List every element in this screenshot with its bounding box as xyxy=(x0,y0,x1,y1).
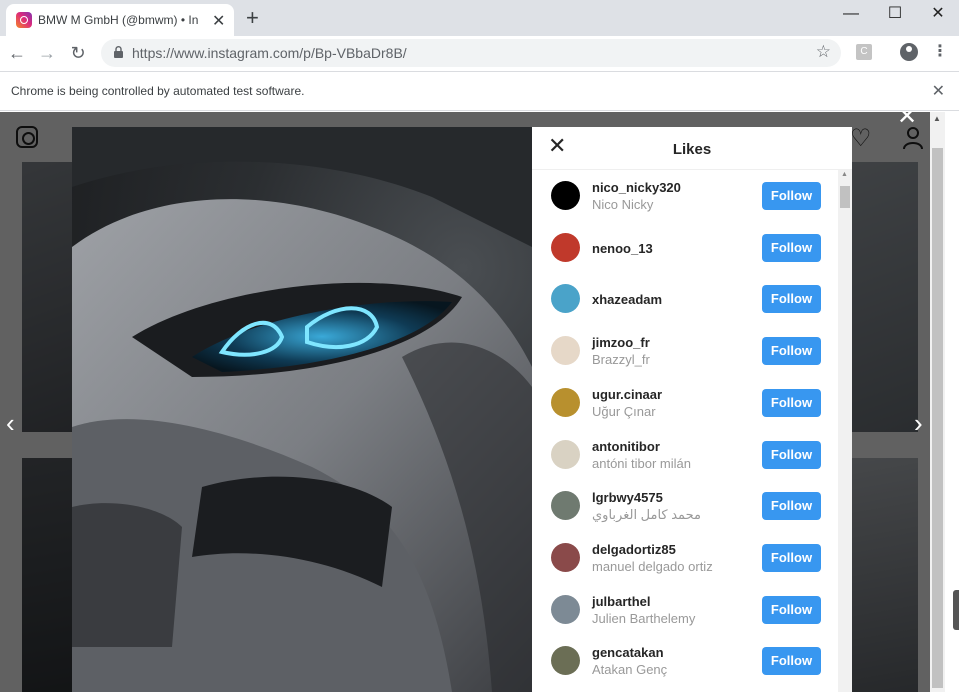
list-item: jimzoo_fr Brazzyl_fr Follow xyxy=(532,325,838,376)
username-link[interactable]: gencatakan xyxy=(592,645,664,660)
side-handle[interactable] xyxy=(953,590,959,630)
likes-dialog: ✕ Likes nico_nicky320 Nico Nicky Follow nen… xyxy=(532,127,852,692)
scroll-up-arrow-icon[interactable]: ▲ xyxy=(841,171,848,178)
avatar[interactable] xyxy=(551,646,580,676)
username-link[interactable]: delgadortiz85 xyxy=(592,542,676,557)
full-name: محمد كامل الغرباوي xyxy=(592,507,701,523)
likes-scroll-thumb[interactable] xyxy=(840,186,850,208)
list-item: xhazeadam Follow xyxy=(532,273,838,324)
follow-button[interactable]: Follow xyxy=(762,595,821,624)
lock-icon xyxy=(114,46,123,58)
full-name: Julien Barthelemy xyxy=(592,610,696,626)
full-name: Uğur Çınar xyxy=(592,403,656,419)
maximize-icon[interactable]: ☐ xyxy=(873,0,917,30)
tab-close-icon[interactable]: ✕ xyxy=(212,11,225,31)
url-text: https://www.instagram.com/p/Bp-VBbaDr8B/ xyxy=(132,45,407,61)
username-link[interactable]: lgrbwy4575 xyxy=(592,490,663,505)
address-bar[interactable]: https://www.instagram.com/p/Bp-VBbaDr8B/… xyxy=(101,39,841,67)
modal-close-icon[interactable]: ✕ xyxy=(897,112,917,131)
back-arrow-icon[interactable]: ← xyxy=(3,39,31,67)
infobar-message: Chrome is being controlled by automated … xyxy=(11,84,305,98)
full-name: manuel delgado ortiz xyxy=(592,558,713,574)
new-tab-button[interactable]: + xyxy=(246,5,259,31)
avatar[interactable] xyxy=(551,594,580,624)
tab-strip: BMW M GmbH (@bmwm) • Insta ✕ + — ☐ ✕ xyxy=(0,0,959,36)
kebab-menu-icon[interactable]: ⋮ xyxy=(932,41,948,61)
list-item: nenoo_13 Follow xyxy=(532,222,838,273)
avatar[interactable] xyxy=(551,491,580,521)
list-item: gencatakan Atakan Genç Follow xyxy=(532,635,838,686)
instagram-page: ♡ ‹ › ✕ xyxy=(0,112,930,692)
follow-button[interactable]: Follow xyxy=(762,285,821,314)
page-scroll-up-icon[interactable]: ▲ xyxy=(933,114,941,123)
username-link[interactable]: nenoo_13 xyxy=(592,241,653,256)
list-item: ugur.cinaar Uğur Çınar Follow xyxy=(532,377,838,428)
browser-toolbar: ← → ↻ https://www.instagram.com/p/Bp-VBb… xyxy=(0,36,959,71)
full-name: antóni tibor milán xyxy=(592,455,691,471)
follow-button[interactable]: Follow xyxy=(762,233,821,262)
list-item: antonitibor antóni tibor milán Follow xyxy=(532,429,838,480)
list-item: lgrbwy4575 محمد كامل الغرباوي Follow xyxy=(532,480,838,531)
page-scroll-thumb[interactable] xyxy=(932,148,943,688)
avatar[interactable] xyxy=(551,336,580,366)
page-scrollbar[interactable]: ▲ xyxy=(930,112,945,692)
follow-button[interactable]: Follow xyxy=(762,440,821,469)
avatar[interactable] xyxy=(551,181,580,210)
username-link[interactable]: nico_nicky320 xyxy=(592,180,681,195)
username-link[interactable]: julbarthel xyxy=(592,594,651,609)
full-name: Atakan Genç xyxy=(592,662,668,678)
follow-button[interactable]: Follow xyxy=(762,182,821,210)
follow-button[interactable]: Follow xyxy=(762,337,821,366)
browser-tab[interactable]: BMW M GmbH (@bmwm) • Insta ✕ xyxy=(6,4,234,36)
extension-icon[interactable]: C xyxy=(856,44,872,60)
minimize-icon[interactable]: — xyxy=(829,0,873,30)
follow-button[interactable]: Follow xyxy=(762,543,821,572)
next-post-chevron-icon[interactable]: › xyxy=(914,408,923,439)
profile-icon[interactable] xyxy=(900,43,918,61)
likes-scrollbar[interactable] xyxy=(838,170,852,692)
avatar[interactable] xyxy=(551,284,580,314)
previous-post-chevron-icon[interactable]: ‹ xyxy=(6,408,15,439)
bookmark-star-icon[interactable]: ☆ xyxy=(816,42,831,62)
avatar[interactable] xyxy=(551,232,580,262)
infobar-close-icon[interactable]: ✕ xyxy=(932,81,945,101)
automation-infobar: Chrome is being controlled by automated … xyxy=(0,71,959,111)
full-name: Nico Nicky xyxy=(592,197,654,212)
list-item: julbarthel Julien Barthelemy Follow xyxy=(532,584,838,635)
tab-title: BMW M GmbH (@bmwm) • Insta xyxy=(38,13,198,27)
likes-header: ✕ Likes xyxy=(532,127,852,170)
username-link[interactable]: ugur.cinaar xyxy=(592,387,662,402)
post-photo xyxy=(72,127,532,692)
window-close-icon[interactable]: ✕ xyxy=(916,0,959,30)
follow-button[interactable]: Follow xyxy=(762,492,821,521)
avatar[interactable] xyxy=(551,439,580,469)
full-name: Brazzyl_fr xyxy=(592,352,650,368)
forward-arrow-icon[interactable]: → xyxy=(33,39,61,67)
instagram-favicon-icon xyxy=(16,12,32,28)
list-item: nico_nicky320 Nico Nicky Follow xyxy=(532,170,838,221)
username-link[interactable]: jimzoo_fr xyxy=(592,335,650,350)
reload-icon[interactable]: ↻ xyxy=(64,39,92,67)
car-headlight-image xyxy=(72,127,532,692)
avatar[interactable] xyxy=(551,542,580,572)
likes-title: Likes xyxy=(672,141,712,158)
username-link[interactable]: antonitibor xyxy=(592,439,660,454)
list-item: delgadortiz85 manuel delgado ortiz Follow xyxy=(532,532,838,583)
avatar[interactable] xyxy=(551,387,580,417)
follow-button[interactable]: Follow xyxy=(762,647,821,676)
username-link[interactable]: xhazeadam xyxy=(592,292,662,307)
follow-button[interactable]: Follow xyxy=(762,388,821,417)
